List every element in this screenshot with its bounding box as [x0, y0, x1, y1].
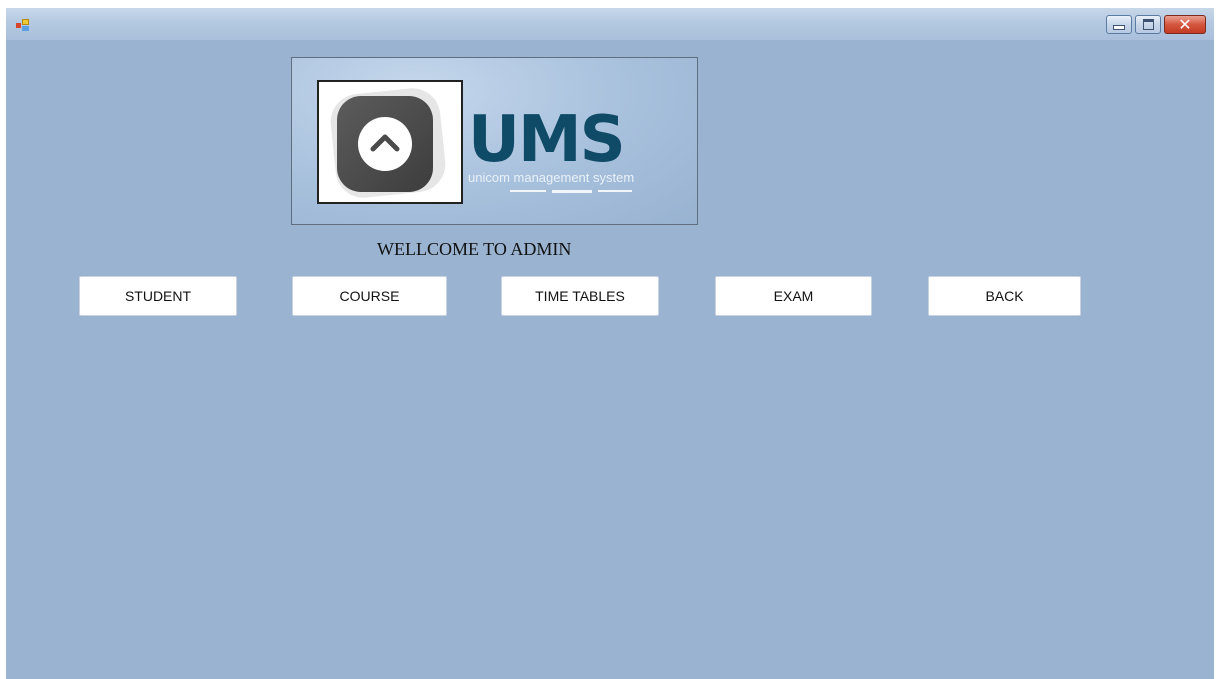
logo-subtitle: unicom management system [468, 170, 635, 185]
maximize-button[interactable] [1135, 15, 1161, 34]
minimize-icon [1113, 25, 1125, 30]
chevron-up-icon [358, 117, 412, 171]
back-button[interactable]: BACK [928, 276, 1081, 316]
window-controls: ✕ [1103, 15, 1206, 36]
welcome-heading: WELLCOME TO ADMIN [377, 239, 572, 259]
logo-title: UMS [468, 103, 626, 177]
logo-panel: UMS unicom management system [291, 57, 698, 225]
app-logo-square [337, 96, 433, 192]
student-button[interactable]: STUDENT [79, 276, 237, 316]
time-tables-button[interactable]: TIME TABLES [501, 276, 659, 316]
admin-window: ✕ UMS unicom management system WELLCOME … [6, 8, 1214, 679]
title-bar[interactable]: ✕ [6, 8, 1214, 40]
logo-image [317, 80, 463, 204]
exam-button[interactable]: EXAM [715, 276, 872, 316]
close-button[interactable]: ✕ [1164, 15, 1206, 34]
logo-underline [510, 190, 632, 193]
app-icon[interactable] [16, 19, 30, 31]
course-button[interactable]: COURSE [292, 276, 447, 316]
maximize-icon [1142, 19, 1154, 30]
minimize-button[interactable] [1106, 15, 1132, 34]
close-icon: ✕ [1178, 14, 1192, 34]
